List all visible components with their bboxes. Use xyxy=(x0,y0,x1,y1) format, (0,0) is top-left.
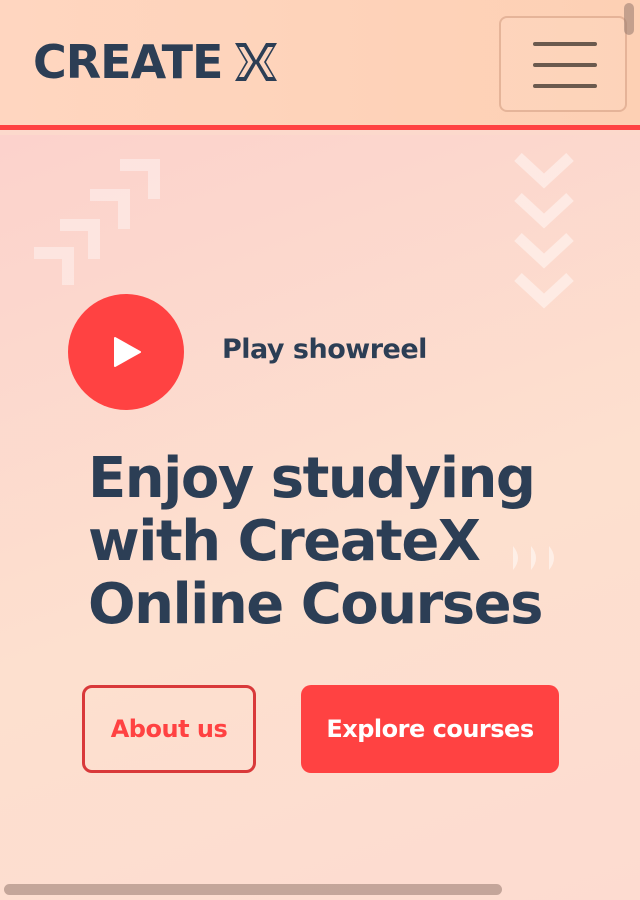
play-showreel-label[interactable]: Play showreel xyxy=(222,334,427,365)
createx-x-logo-icon xyxy=(235,43,278,81)
logo[interactable]: CREATE xyxy=(33,34,280,90)
hero-title-line: with CreateX xyxy=(88,509,481,574)
decorative-chevrons-down-icon xyxy=(514,153,574,309)
menu-button[interactable] xyxy=(499,16,627,112)
decorative-chevrons-left-icon xyxy=(34,159,160,285)
vertical-scrollbar[interactable] xyxy=(624,3,634,35)
explore-courses-button[interactable]: Explore courses xyxy=(301,685,559,773)
hero-title: Enjoy studying with CreateX Online Cours… xyxy=(88,446,543,637)
about-us-button[interactable]: About us xyxy=(82,685,256,773)
hero-title-line: Online Courses xyxy=(88,572,543,637)
horizontal-scrollbar[interactable] xyxy=(4,884,502,895)
logo-text: CREATE xyxy=(33,35,223,89)
site-header: CREATE xyxy=(0,0,640,130)
play-icon xyxy=(114,337,141,367)
hero-title-line: Enjoy studying xyxy=(88,446,536,511)
play-showreel-button[interactable] xyxy=(68,294,184,410)
hero-section: Play showreel Enjoy studying with Create… xyxy=(0,135,640,900)
